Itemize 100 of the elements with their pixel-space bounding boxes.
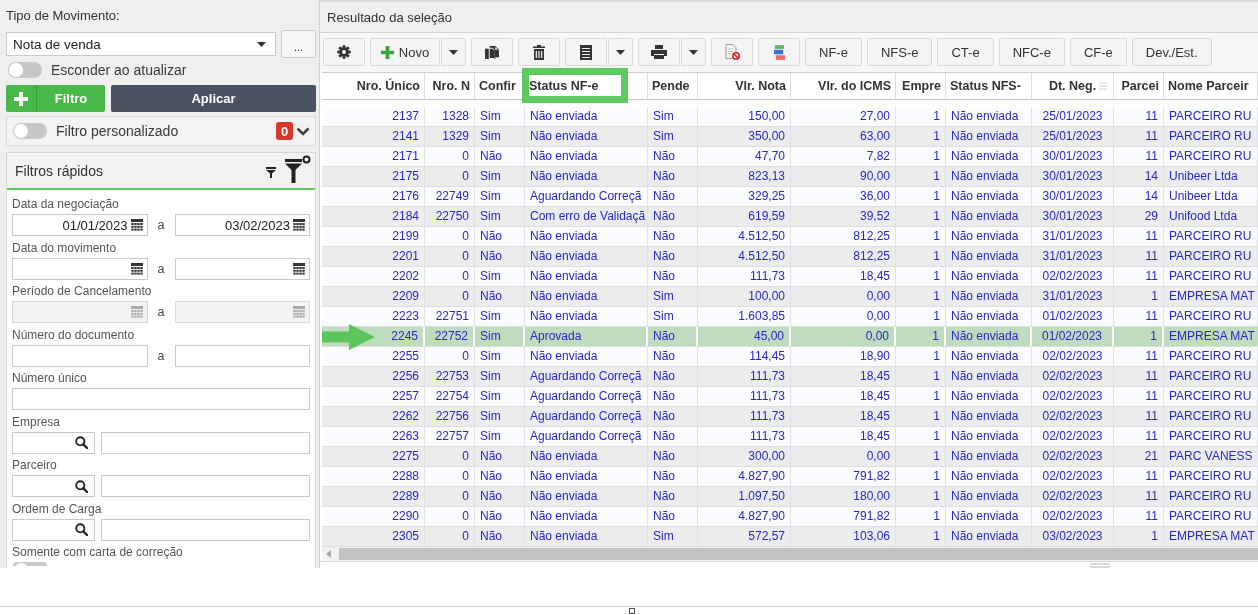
horizontal-scrollbar[interactable]	[322, 547, 1258, 561]
text-field[interactable]	[12, 388, 310, 410]
table-cell: Sim	[475, 367, 525, 386]
table-cell: Não enviada	[946, 407, 1032, 426]
print-button[interactable]	[638, 38, 680, 66]
table-row[interactable]: 2275 0 Não Não enviada Não 300,00 0,00 1 Não enviada 02/02/2023 21 PARC VANESS	[322, 447, 1258, 467]
toggle-switch[interactable]	[13, 123, 47, 139]
chevron-down-icon[interactable]	[296, 126, 310, 136]
scrollbar-thumb[interactable]	[339, 548, 1258, 560]
table-cell: 1	[896, 507, 946, 526]
cancel-document-button[interactable]	[711, 38, 753, 66]
number-field[interactable]	[174, 344, 310, 367]
calendar-icon[interactable]	[130, 262, 143, 275]
more-button[interactable]: ...	[281, 30, 316, 58]
dropdown-button[interactable]	[681, 38, 706, 66]
delete-button[interactable]	[518, 38, 560, 66]
document-type-button[interactable]: Dev./Est.	[1131, 38, 1212, 66]
movement-type-select[interactable]: Nota de venda	[6, 32, 276, 56]
column-header[interactable]: Status NF-e	[525, 73, 648, 99]
table-row[interactable]: 2305 0 Não Não enviada Sim 572,57 103,06 1 Não enviada 03/02/2023 1 EMPRESA MAT	[322, 527, 1258, 547]
table-row[interactable]: 2257 22754 Sim Aguardando Correçã Não 111,73 18,45 1 Não enviada 02/02/2023 11 PARCEIRO RU	[322, 387, 1258, 407]
table-row[interactable]: 2199 0 Não Não enviada Não 4.512,50 812,25 1 Não enviada 31/01/2023 11 PARCEIRO RU	[322, 227, 1258, 247]
table-cell: 25/01/2023	[1032, 127, 1114, 146]
table-cell: 111,73	[698, 427, 791, 446]
table-row[interactable]: 2175 0 Sim Não enviada Não 823,13 90,00 1 Não enviada 30/01/2023 14 Unibeer Ltda	[322, 167, 1258, 187]
text-field[interactable]	[101, 518, 310, 541]
table-row[interactable]: 2137 1328 Sim Não enviada Sim 150,00 27,00 1 Não enviada 25/01/2023 11 PARCEIRO RU	[322, 107, 1258, 127]
dropdown-button[interactable]	[441, 38, 466, 66]
date-field[interactable]: 03/02/2023	[174, 214, 310, 236]
toggle-switch[interactable]	[8, 62, 42, 78]
table-row[interactable]: 2209 0 Não Não enviada Sim 100,00 0,00 1 Não enviada 31/01/2023 1 EMPRESA MAT	[322, 287, 1258, 307]
document-type-button[interactable]: CT-e	[937, 38, 994, 66]
table-row[interactable]: 2288 0 Não Não enviada Não 4.827,90 791,82 1 Não enviada 02/02/2023 11 PARCEIRO RU	[322, 467, 1258, 487]
table-row[interactable]: 2262 22756 Sim Aguardando Correçã Não 111,73 18,45 1 Não enviada 02/02/2023 11 PARCEIRO RU	[322, 407, 1258, 427]
document-type-button[interactable]: CF-e	[1069, 38, 1127, 66]
table-cell: Não	[648, 447, 698, 466]
number-field[interactable]	[12, 344, 148, 367]
search-field[interactable]	[12, 475, 95, 497]
text-field[interactable]	[101, 475, 310, 497]
table-row[interactable]: 2184 22750 Sim Com erro de Validaçã Não 619,59 39,52 1 Não enviada 30/01/2023 29 Unifood Ltda	[322, 207, 1258, 227]
table-row[interactable]: 2245 22752 Sim Aprovada Não 45,00 0,00 1 Não enviada 01/02/2023 1 EMPRESA MAT	[322, 327, 1258, 347]
copy-button[interactable]	[471, 38, 513, 66]
table-cell: Não	[648, 187, 698, 206]
table-row[interactable]: 2290 0 Não Não enviada Não 4.827,90 791,82 1 Não enviada 02/02/2023 11 PARCEIRO RU	[322, 507, 1258, 527]
column-header[interactable]: Parcei	[1114, 73, 1164, 99]
settings-button[interactable]	[323, 38, 365, 66]
column-header[interactable]: Pende	[648, 73, 698, 99]
column-header[interactable]: Nro. Único	[322, 73, 425, 99]
table-row[interactable]: 2202 0 Sim Não enviada Não 111,73 18,45 1 Não enviada 02/02/2023 11 PARCEIRO RU	[322, 267, 1258, 287]
filter-icon[interactable]	[266, 167, 276, 178]
column-header[interactable]: Nome Parceir	[1164, 73, 1258, 99]
search-field[interactable]	[12, 431, 95, 454]
table-row[interactable]: 2289 0 Não Não enviada Não 1.097,50 180,00 1 Não enviada 02/02/2023 11 PARCEIRO RU	[322, 487, 1258, 507]
date-field[interactable]	[12, 257, 148, 280]
calendar-icon[interactable]	[293, 262, 305, 275]
document-type-button[interactable]: NFS-e	[866, 38, 933, 66]
table-row[interactable]: 2176 22749 Sim Aguardando Correçã Não 329,25 36,00 1 Não enviada 30/01/2023 14 Unibeer Ltda	[322, 187, 1258, 207]
column-header[interactable]: Vlr. Nota	[698, 73, 791, 99]
filter-circle-icon[interactable]	[285, 154, 311, 183]
table-row[interactable]: 2263 22757 Sim Aguardando Correçã Não 111,73 18,45 1 Não enviada 02/02/2023 11 PARCEIRO RU	[322, 427, 1258, 447]
column-header[interactable]: Confir	[475, 73, 525, 99]
table-row[interactable]: 2255 0 Sim Não enviada Não 114,45 18,90 1 Não enviada 02/02/2023 11 PARCEIRO RU	[322, 347, 1258, 367]
resize-handle-icon[interactable]	[629, 608, 635, 614]
search-icon[interactable]	[75, 479, 88, 493]
column-header[interactable]: Dt. Neg.	[1032, 73, 1114, 99]
column-header[interactable]: Vlr. do ICMS	[791, 73, 896, 99]
apply-button[interactable]: Aplicar	[111, 85, 316, 112]
table-row[interactable]: 2201 0 Não Não enviada Não 4.512,50 812,25 1 Não enviada 31/01/2023 11 PARCEIRO RU	[322, 247, 1258, 267]
calendar-icon[interactable]	[293, 219, 305, 231]
document-blocked-icon	[724, 44, 740, 60]
date-field[interactable]: 01/01/2023	[12, 214, 148, 236]
document-type-button[interactable]: NF-e	[805, 38, 862, 66]
new-button[interactable]: Novo	[370, 38, 440, 66]
dropdown-button[interactable]	[608, 38, 633, 66]
table-row[interactable]: 2256 22753 Sim Aguardando Correçã Não 111,73 18,45 1 Não enviada 02/02/2023 11 PARCEIRO RU	[322, 367, 1258, 387]
date-field[interactable]	[174, 257, 310, 280]
layers-button[interactable]	[758, 38, 800, 66]
table-cell: 111,73	[698, 267, 791, 286]
table-row[interactable]: 2141 1329 Sim Não enviada Sim 350,00 63,00 1 Não enviada 25/01/2023 11 PARCEIRO RU	[322, 127, 1258, 147]
text-field[interactable]	[101, 431, 310, 454]
column-header[interactable]: Nro. N	[425, 73, 475, 99]
plus-icon	[14, 91, 28, 106]
table-cell: 30/01/2023	[1032, 147, 1114, 166]
search-icon[interactable]	[75, 436, 88, 449]
table-row[interactable]: 2171 0 Não Não enviada Não 47,70 7,82 1 Não enviada 30/01/2023 11 PARCEIRO RU	[322, 147, 1258, 167]
table-cell: 1	[896, 407, 946, 426]
table-cell: Não enviada	[946, 347, 1032, 366]
search-field[interactable]	[12, 518, 95, 541]
search-icon[interactable]	[75, 523, 88, 536]
table-cell: 2209	[322, 287, 425, 306]
column-header[interactable]: Status NFS-	[946, 73, 1032, 99]
table-row[interactable]: 2223 22751 Sim Não enviada Sim 1.603,85 0,00 1 Não enviada 01/02/2023 11 PARCEIRO RU	[322, 307, 1258, 327]
list-button[interactable]	[565, 38, 607, 66]
caret-icon	[616, 49, 625, 55]
grip-icon[interactable]	[1090, 563, 1110, 568]
table-cell: Sim	[475, 167, 525, 186]
column-header[interactable]: Empre	[896, 73, 946, 99]
calendar-icon[interactable]	[130, 219, 143, 231]
table-cell: 29	[1114, 207, 1164, 226]
document-type-button[interactable]: NFC-e	[998, 38, 1065, 66]
